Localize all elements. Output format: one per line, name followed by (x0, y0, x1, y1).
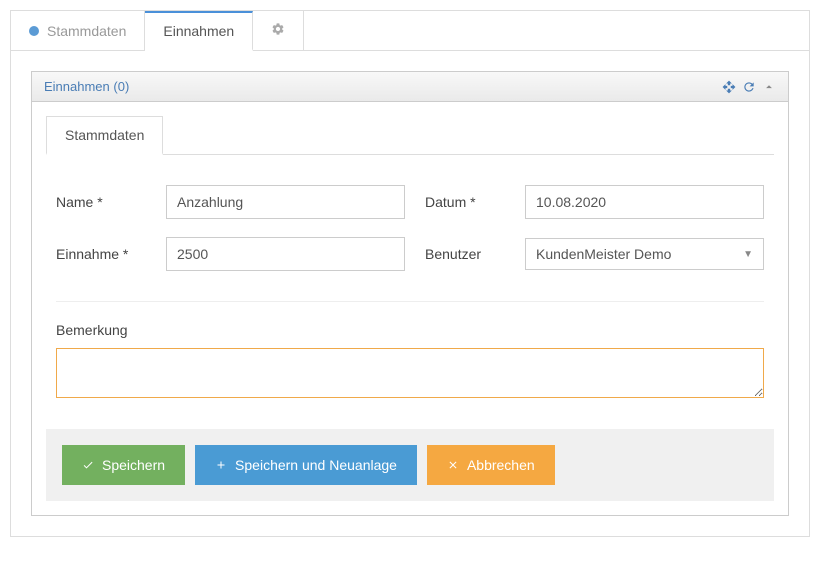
name-input[interactable] (166, 185, 405, 219)
panel-header: Einnahmen (0) (32, 72, 788, 102)
form-grid: Name * Datum * Einnahme * Benutzer Kunde… (46, 185, 774, 271)
sub-tabs: Stammdaten (46, 116, 774, 155)
save-new-button[interactable]: Speichern und Neuanlage (195, 445, 417, 485)
button-label: Abbrechen (467, 457, 535, 473)
benutzer-label: Benutzer (425, 246, 505, 262)
panel-actions (722, 80, 776, 94)
remark-section: Bemerkung (46, 322, 774, 401)
bemerkung-textarea[interactable] (56, 348, 764, 398)
content-area: Einnahmen (0) Stammdaten (11, 51, 809, 536)
main-tabs: Stammdaten Einnahmen (11, 11, 809, 51)
panel-title: Einnahmen (0) (44, 79, 129, 94)
collapse-icon[interactable] (762, 80, 776, 94)
tab-einnahmen[interactable]: Einnahmen (145, 11, 253, 51)
button-label: Speichern (102, 457, 165, 473)
cancel-button[interactable]: Abbrechen (427, 445, 555, 485)
bemerkung-label: Bemerkung (56, 322, 764, 338)
refresh-icon[interactable] (742, 80, 756, 94)
main-panel: Stammdaten Einnahmen Einnahmen (0) (10, 10, 810, 537)
caret-down-icon: ▼ (743, 249, 753, 260)
sub-tab-label: Stammdaten (65, 127, 144, 143)
divider (56, 301, 764, 302)
benutzer-select[interactable]: KundenMeister Demo ▼ (525, 238, 764, 270)
einnahme-input[interactable] (166, 237, 405, 271)
panel-body: Stammdaten Name * Datum * Einnahme * Ben… (32, 102, 788, 515)
datum-label: Datum * (425, 194, 505, 210)
tab-settings[interactable] (253, 11, 304, 50)
move-icon[interactable] (722, 80, 736, 94)
tab-stammdaten[interactable]: Stammdaten (11, 11, 145, 50)
benutzer-value: KundenMeister Demo (536, 246, 671, 262)
check-icon (82, 459, 94, 471)
sub-tab-stammdaten[interactable]: Stammdaten (46, 116, 163, 155)
plus-icon (215, 459, 227, 471)
gear-icon (271, 22, 285, 39)
save-button[interactable]: Speichern (62, 445, 185, 485)
bullet-icon (29, 26, 39, 36)
button-label: Speichern und Neuanlage (235, 457, 397, 473)
datum-input[interactable] (525, 185, 764, 219)
close-icon (447, 459, 459, 471)
einnahme-label: Einnahme * (56, 246, 146, 262)
tab-label: Stammdaten (47, 23, 126, 39)
button-bar: Speichern Speichern und Neuanlage Abbrec… (46, 429, 774, 501)
einnahmen-panel: Einnahmen (0) Stammdaten (31, 71, 789, 516)
name-label: Name * (56, 194, 146, 210)
tab-label: Einnahmen (163, 23, 234, 39)
